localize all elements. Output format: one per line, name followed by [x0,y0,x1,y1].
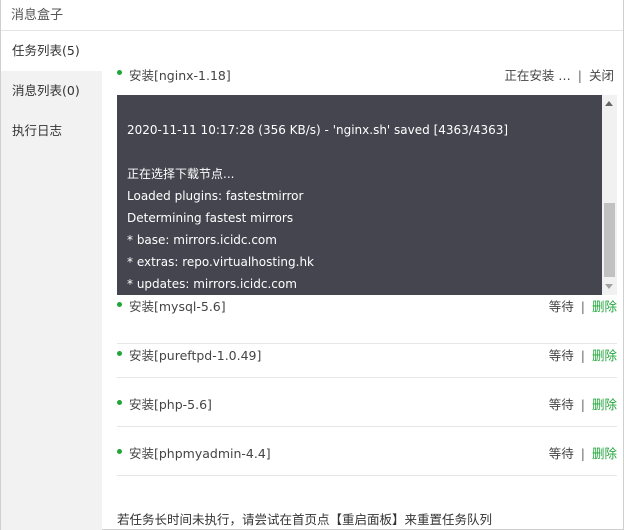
log-line: Loaded plugins: fastestmirror [127,189,304,203]
sidebar-item-task-list[interactable]: 任务列表(5) [1,31,102,71]
task-status: 等待 [548,446,574,461]
task-item-php: 安装[php-5.6] 等待 | 删除 [117,378,617,427]
log-line: 正在选择下载节点... [127,167,235,181]
task-status: 等待 [548,299,574,314]
action-separator: | [577,68,582,83]
scroll-up-arrow-icon[interactable] [605,101,613,106]
task-header: 安装[nginx-1.18] 正在安装 … | 关闭 [117,31,617,83]
action-separator: | [580,348,585,363]
status-dot-icon [117,400,122,405]
delete-task-button[interactable]: 删除 [592,397,617,412]
task-actions: 等待 | 删除 [549,394,617,413]
task-actions: 等待 | 删除 [549,296,617,315]
sidebar: 任务列表(5) 消息列表(0) 执行日志 [1,31,102,530]
task-item-pureftpd: 安装[pureftpd-1.0.49] 等待 | 删除 [117,329,617,378]
message-box-window: 消息盒子 任务列表(5) 消息列表(0) 执行日志 安装[nginx-1.18]… [0,0,624,530]
task-name: 安装[mysql-5.6] [129,299,226,314]
scrollbar-thumb[interactable] [604,203,615,277]
task-status: 等待 [548,397,574,412]
log-line: * extras: repo.virtualhosting.hk [127,255,315,269]
task-list-panel: 安装[nginx-1.18] 正在安装 … | 关闭 2020-11-11 10… [102,31,623,530]
status-dot-icon [117,449,122,454]
title-bar: 消息盒子 [1,0,623,31]
task-item-nginx: 安装[nginx-1.18] 正在安装 … | 关闭 2020-11-11 10… [117,31,617,295]
status-dot-icon [117,302,122,307]
log-line: Determining fastest mirrors [127,211,294,225]
delete-task-button[interactable]: 删除 [592,299,617,314]
task-name: 安装[nginx-1.18] [129,68,231,83]
sidebar-item-message-list[interactable]: 消息列表(0) [1,71,102,111]
task-actions: 等待 | 删除 [549,443,617,462]
restart-hint-note: 若任务长时间未执行，请尝试在首页点【重启面板】来重置任务队列 [117,512,493,527]
task-header: 安装[pureftpd-1.0.49] 等待 | 删除 [117,329,617,378]
status-dot-icon [117,70,122,75]
delete-task-button[interactable]: 删除 [592,446,617,461]
log-line: 2020-11-11 10:17:28 (356 KB/s) - 'nginx.… [127,123,509,137]
task-header: 安装[php-5.6] 等待 | 删除 [117,378,617,427]
log-line: * base: mirrors.icidc.com [127,233,277,247]
status-dot-icon [117,351,122,356]
sidebar-item-execution-log[interactable]: 执行日志 [1,111,102,151]
task-header: 安装[phpmyadmin-4.4] 等待 | 删除 [117,427,617,476]
action-separator: | [580,299,585,314]
close-task-button[interactable]: 关闭 [589,68,614,83]
install-log-console[interactable]: 2020-11-11 10:17:28 (356 KB/s) - 'nginx.… [117,95,617,295]
task-name: 安装[pureftpd-1.0.49] [129,348,262,363]
task-name: 安装[phpmyadmin-4.4] [129,446,271,461]
task-name: 安装[php-5.6] [129,397,212,412]
task-actions: 等待 | 删除 [549,345,617,364]
task-status: 正在安装 … [504,68,571,83]
action-separator: | [580,397,585,412]
log-scrollbar[interactable] [602,95,617,295]
task-actions: 正在安装 … | 关闭 [504,65,614,84]
task-item-phpmyadmin: 安装[phpmyadmin-4.4] 等待 | 删除 [117,427,617,476]
window-title: 消息盒子 [11,8,64,23]
action-separator: | [580,446,585,461]
log-lines: 2020-11-11 10:17:28 (356 KB/s) - 'nginx.… [127,119,597,295]
task-header: 安装[mysql-5.6] 等待 | 删除 [117,280,617,329]
delete-task-button[interactable]: 删除 [592,348,617,363]
task-status: 等待 [548,348,574,363]
